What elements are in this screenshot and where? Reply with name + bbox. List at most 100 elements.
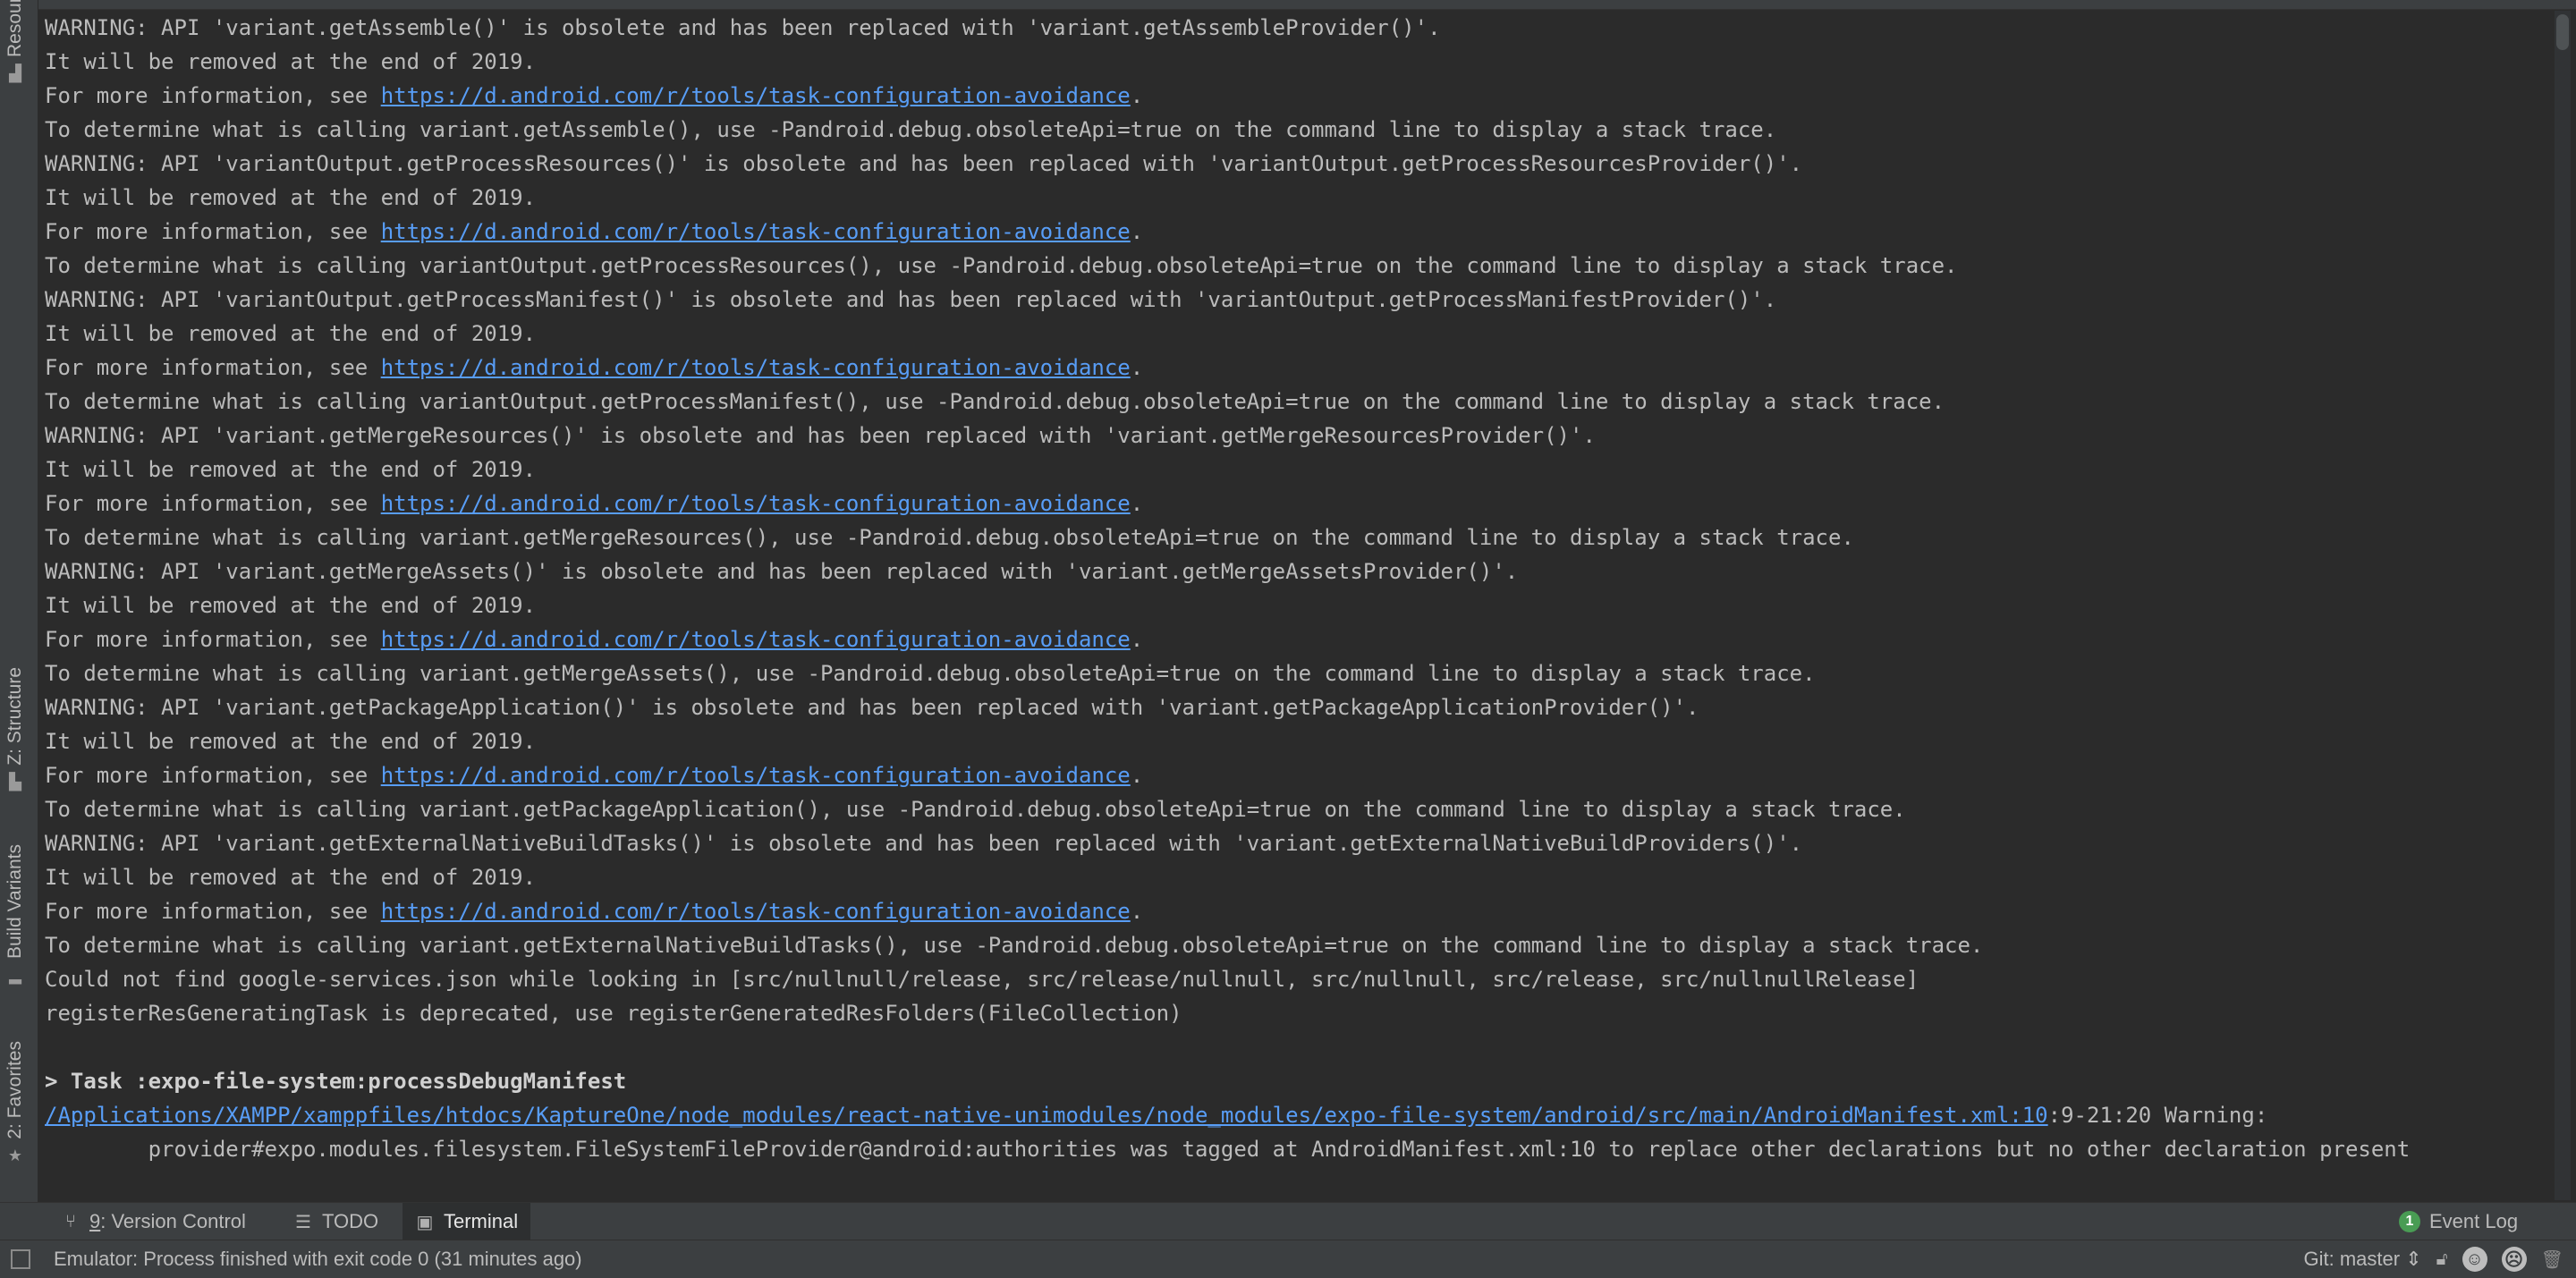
console-link[interactable]: /Applications/XAMPP/xamppfiles/htdocs/Ka…: [45, 1103, 2048, 1128]
console-link[interactable]: https://d.android.com/r/tools/task-confi…: [381, 83, 1131, 108]
tab-label: Event Log: [2429, 1210, 2518, 1233]
git-branch-widget[interactable]: Git: master ⇕: [2304, 1248, 2422, 1271]
status-message[interactable]: Emulator: Process finished with exit cod…: [54, 1248, 582, 1271]
console-line-text: WARNING: API 'variant.getMergeAssets()' …: [45, 559, 1518, 584]
side-tab-label: Resource Manager: [4, 0, 26, 57]
console-line-text: It will be removed at the end of 2019.: [45, 49, 536, 74]
console-line: It will be removed at the end of 2019.: [39, 860, 2513, 894]
scrollbar-track[interactable]: [2555, 11, 2571, 1200]
terminal-output[interactable]: WARNING: API 'variant.getAssemble()' is …: [39, 11, 2513, 1200]
console-link[interactable]: https://d.android.com/r/tools/task-confi…: [381, 491, 1131, 516]
console-line-text: For more information, see: [45, 899, 381, 924]
bottom-tool-strip: ⑂ 9: Version Control ☰ TODO ▣ Terminal 1…: [0, 1202, 2576, 1240]
console-line: > Task :expo-file-system:processDebugMan…: [39, 1064, 2513, 1098]
console-line-suffix: .: [1131, 83, 1143, 108]
console-line: WARNING: API 'variant.getMergeAssets()' …: [39, 554, 2513, 588]
console-line: To determine what is calling variantOutp…: [39, 385, 2513, 419]
console-line: To determine what is calling variant.get…: [39, 656, 2513, 690]
console-line: For more information, see https://d.andr…: [39, 351, 2513, 385]
console-line: For more information, see https://d.andr…: [39, 622, 2513, 656]
console-line-text: For more information, see: [45, 219, 381, 244]
console-line: Could not find google-services.json whil…: [39, 962, 2513, 996]
favorites-star-icon: ★: [6, 1147, 24, 1164]
tab-label: 9: Version Control: [89, 1210, 246, 1233]
smile-face-icon[interactable]: ☺: [2462, 1247, 2487, 1272]
side-tab-build-variants[interactable]: Build Variants ▂: [4, 844, 26, 984]
console-line: It will be removed at the end of 2019.: [39, 724, 2513, 758]
console-line-text: WARNING: API 'variantOutput.getProcessMa…: [45, 287, 1776, 312]
console-line-text: To determine what is calling variant.get…: [45, 797, 1906, 822]
console-line-text: To determine what is calling variant.get…: [45, 117, 1776, 142]
console-line: To determine what is calling variant.get…: [39, 792, 2513, 826]
tab-terminal[interactable]: ▣ Terminal: [402, 1203, 530, 1240]
tab-version-control[interactable]: ⑂ 9: Version Control: [48, 1203, 258, 1240]
console-line-text: To determine what is calling variantOutp…: [45, 389, 1945, 414]
tab-label: Terminal: [444, 1210, 518, 1233]
side-tab-resource-manager[interactable]: Resource Manager ▟: [4, 0, 26, 82]
console-line-text: For more information, see: [45, 763, 381, 788]
console-line: registerResGeneratingTask is deprecated,…: [39, 996, 2513, 1030]
console-line-text: It will be removed at the end of 2019.: [45, 185, 536, 210]
console-line: WARNING: API 'variant.getPackageApplicat…: [39, 690, 2513, 724]
console-line-text: For more information, see: [45, 83, 381, 108]
list-icon: ☰: [293, 1212, 313, 1231]
console-line-text: WARNING: API 'variantOutput.getProcessRe…: [45, 151, 1802, 176]
console-line-text: > Task :expo-file-system:processDebugMan…: [45, 1069, 626, 1094]
console-line: For more information, see https://d.andr…: [39, 215, 2513, 249]
status-bar: Emulator: Process finished with exit cod…: [0, 1240, 2576, 1278]
console-line: [39, 1030, 2513, 1064]
toggle-tool-windows-icon[interactable]: [11, 1249, 30, 1269]
console-line-text: To determine what is calling variant.get…: [45, 933, 1983, 958]
sad-face-icon[interactable]: ☹: [2502, 1247, 2527, 1272]
scrollbar-thumb[interactable]: [2556, 14, 2569, 50]
console-line-text: It will be removed at the end of 2019.: [45, 593, 536, 618]
console-line-text: It will be removed at the end of 2019.: [45, 321, 536, 346]
console-link[interactable]: https://d.android.com/r/tools/task-confi…: [381, 627, 1131, 652]
console-line-suffix: .: [1131, 491, 1143, 516]
tab-mnemonic: 9: [89, 1210, 100, 1232]
left-tool-window-bar: Resource Manager ▟ Z: Structure ▙ Build …: [0, 0, 38, 1247]
console-line-suffix: .: [1131, 219, 1143, 244]
console-line-text: For more information, see: [45, 627, 381, 652]
console-line-text: For more information, see: [45, 355, 381, 380]
console-line-suffix: .: [1131, 355, 1143, 380]
console-line-suffix: .: [1131, 763, 1143, 788]
side-tab-label: Z: Structure: [4, 667, 26, 766]
chevron-updown-icon: ⇕: [2405, 1248, 2421, 1270]
side-tab-structure[interactable]: Z: Structure ▙: [4, 667, 26, 791]
side-tab-favorites[interactable]: 2: Favorites ★: [4, 1041, 26, 1164]
console-line: provider#expo.modules.filesystem.FileSys…: [39, 1132, 2513, 1166]
console-line-text: To determine what is calling variantOutp…: [45, 253, 1957, 278]
console-line-text: To determine what is calling variant.get…: [45, 525, 1854, 550]
trash-icon[interactable]: 🗑︎: [2541, 1248, 2563, 1271]
console-link[interactable]: https://d.android.com/r/tools/task-confi…: [381, 219, 1131, 244]
resource-manager-icon: ▟: [6, 64, 24, 82]
top-edge-bar: [0, 0, 2576, 10]
console-line: For more information, see https://d.andr…: [39, 79, 2513, 113]
console-link[interactable]: https://d.android.com/r/tools/task-confi…: [381, 355, 1131, 380]
console-line: It will be removed at the end of 2019.: [39, 45, 2513, 79]
console-line-text: It will be removed at the end of 2019.: [45, 865, 536, 890]
console-link[interactable]: https://d.android.com/r/tools/task-confi…: [381, 763, 1131, 788]
console-line-suffix: .: [1131, 899, 1143, 924]
console-link[interactable]: https://d.android.com/r/tools/task-confi…: [381, 899, 1131, 924]
side-tab-label: 2: Favorites: [4, 1041, 26, 1139]
console-line-text: It will be removed at the end of 2019.: [45, 729, 536, 754]
console-line: To determine what is calling variant.get…: [39, 113, 2513, 147]
event-count-badge: 1: [2399, 1211, 2420, 1232]
git-branch-label: Git: master: [2304, 1248, 2401, 1270]
terminal-icon: ▣: [415, 1212, 435, 1231]
console-line-suffix: .: [1131, 627, 1143, 652]
console-line: For more information, see https://d.andr…: [39, 758, 2513, 792]
console-line: It will be removed at the end of 2019.: [39, 317, 2513, 351]
console-line: It will be removed at the end of 2019.: [39, 588, 2513, 622]
console-line: For more information, see https://d.andr…: [39, 894, 2513, 928]
console-line: To determine what is calling variant.get…: [39, 521, 2513, 554]
lock-icon[interactable]: 🔓︎: [2436, 1249, 2448, 1270]
tab-todo[interactable]: ☰ TODO: [281, 1203, 391, 1240]
vertical-scrollbar[interactable]: [2513, 11, 2576, 1200]
console-line: WARNING: API 'variantOutput.getProcessMa…: [39, 283, 2513, 317]
console-line-text: WARNING: API 'variant.getPackageApplicat…: [45, 695, 1699, 720]
console-line-text: WARNING: API 'variant.getAssemble()' is …: [45, 15, 1441, 40]
tab-event-log[interactable]: 1 Event Log: [2386, 1203, 2530, 1240]
